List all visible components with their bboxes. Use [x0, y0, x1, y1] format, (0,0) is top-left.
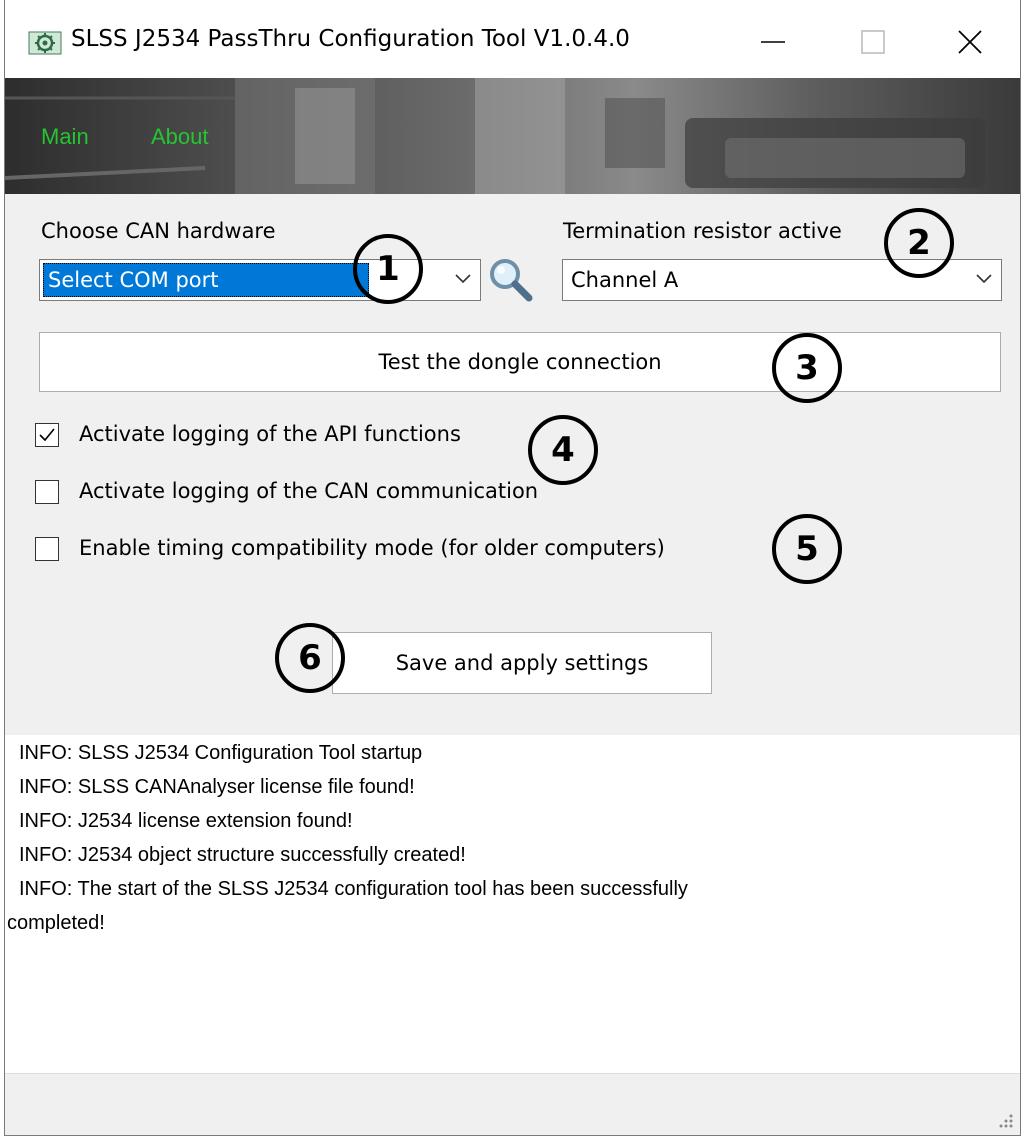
window-title: SLSS J2534 PassThru Configuration Tool V… — [71, 26, 630, 52]
minimize-icon[interactable] — [753, 22, 793, 62]
magnifier-icon[interactable] — [486, 255, 534, 303]
log-line: INFO: The start of the SLSS J2534 config… — [19, 878, 688, 900]
checkbox-api-logging[interactable] — [35, 423, 59, 447]
label-api-logging: Activate logging of the API functions — [79, 422, 461, 446]
log-line: INFO: J2534 object structure successfull… — [19, 844, 466, 866]
log-line: INFO: SLSS CANAnalyser license file foun… — [19, 776, 415, 798]
log-output: INFO: SLSS J2534 Configuration Tool star… — [5, 735, 1020, 1073]
main-window: SLSS J2534 PassThru Configuration Tool V… — [4, 0, 1021, 1136]
chevron-down-icon[interactable] — [975, 272, 993, 286]
termination-label: Termination resistor active — [563, 219, 842, 243]
termination-channel-value: Channel A — [571, 268, 679, 292]
log-line: completed! — [7, 912, 105, 934]
header-banner: Main About — [5, 78, 1020, 194]
maximize-icon[interactable] — [853, 22, 893, 62]
chevron-down-icon[interactable] — [454, 272, 472, 286]
callout-3: 3 — [772, 333, 842, 403]
app-gear-icon — [28, 31, 62, 55]
callout-1: 1 — [353, 234, 423, 304]
test-connection-button[interactable]: Test the dongle connection — [39, 332, 1001, 392]
com-port-value: Select COM port — [48, 268, 219, 292]
checkmark-icon — [39, 428, 55, 442]
callout-4: 4 — [528, 415, 598, 485]
callout-5: 5 — [772, 514, 842, 584]
status-bar — [5, 1073, 1020, 1135]
label-timing-mode: Enable timing compatibility mode (for ol… — [79, 536, 665, 560]
log-line: INFO: J2534 license extension found! — [19, 810, 353, 832]
close-icon[interactable] — [950, 22, 990, 62]
com-port-selection: Select COM port — [43, 263, 369, 297]
callout-2: 2 — [884, 208, 954, 278]
nav-main[interactable]: Main — [41, 124, 89, 150]
callout-6: 6 — [275, 623, 345, 693]
resize-grip-icon[interactable] — [996, 1111, 1014, 1129]
hardware-label: Choose CAN hardware — [41, 219, 276, 243]
log-line: INFO: SLSS J2534 Configuration Tool star… — [19, 742, 423, 764]
checkbox-timing-mode[interactable] — [35, 537, 59, 561]
title-bar: SLSS J2534 PassThru Configuration Tool V… — [5, 0, 1020, 78]
save-apply-button[interactable]: Save and apply settings — [332, 632, 712, 694]
label-can-logging: Activate logging of the CAN communicatio… — [79, 479, 539, 503]
nav-about[interactable]: About — [151, 124, 209, 150]
checkbox-can-logging[interactable] — [35, 480, 59, 504]
